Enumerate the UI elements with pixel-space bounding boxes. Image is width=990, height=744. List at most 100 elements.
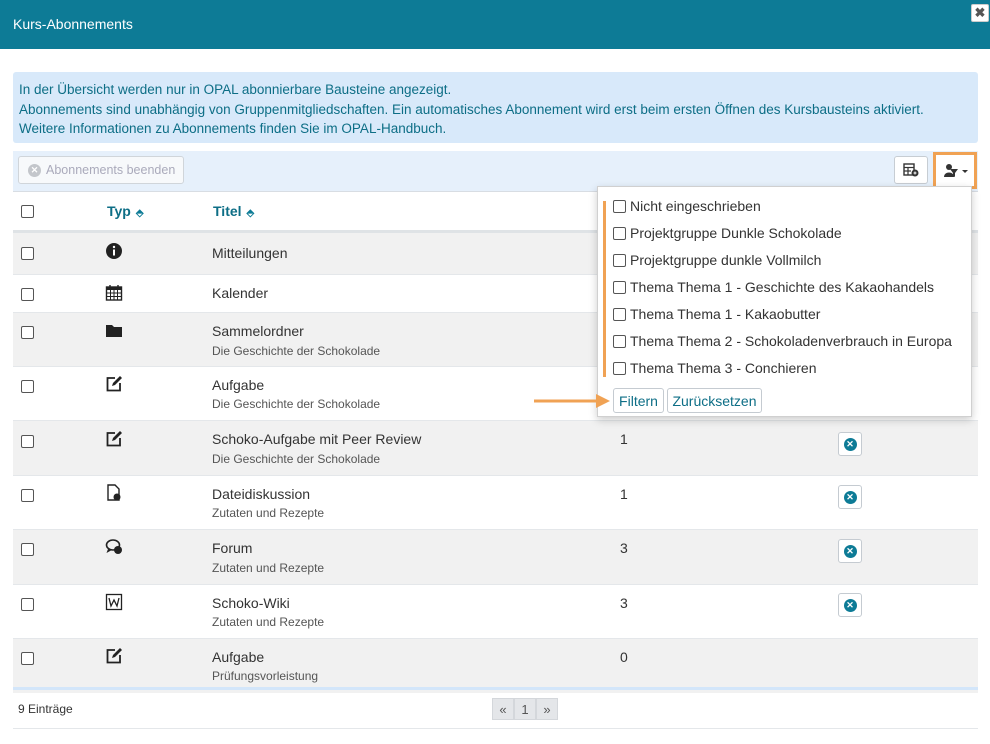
filter-option[interactable]: Thema Thema 3 - Conchieren (613, 360, 817, 376)
column-header-typ-label: Typ (107, 203, 131, 219)
column-header-typ[interactable]: Typ ⬘ (107, 203, 144, 219)
row-checkbox[interactable] (21, 380, 34, 393)
wiki-icon (105, 593, 123, 611)
filter-option-label: Projektgruppe Dunkle Schokolade (630, 225, 842, 241)
filter-option[interactable]: Thema Thema 1 - Geschichte des Kakaohand… (613, 279, 934, 295)
row-checkbox[interactable] (21, 326, 34, 339)
row-count: 3 (620, 595, 628, 611)
calendar-icon (105, 285, 123, 301)
edit-icon (106, 431, 122, 447)
row-checkbox[interactable] (21, 543, 34, 556)
filter-option-label: Thema Thema 2 - Schokoladenverbrauch in … (630, 333, 952, 349)
row-checkbox[interactable] (21, 288, 34, 301)
unsubscribe-button[interactable]: ✕ (838, 432, 862, 456)
row-title: Schoko-Aufgabe mit Peer Review (212, 431, 422, 447)
row-title: Aufgabe (212, 377, 265, 393)
filter-dropdown-menu: Nicht eingeschrieben Projektgruppe Dunkl… (597, 186, 972, 417)
filter-reset-button[interactable]: Zurücksetzen (667, 388, 762, 413)
select-all-checkbox[interactable] (21, 205, 34, 218)
edit-icon (106, 376, 122, 392)
table-export-icon (903, 163, 919, 177)
remove-circle-icon: ✕ (28, 163, 41, 177)
filter-option-checkbox[interactable] (613, 253, 626, 267)
row-checkbox[interactable] (21, 598, 34, 611)
info-line-1: In der Übersicht werden nur in OPAL abon… (19, 82, 452, 97)
row-checkbox[interactable] (21, 489, 34, 502)
filter-option[interactable]: Thema Thema 1 - Kakaobutter (613, 306, 820, 322)
filter-option-checkbox[interactable] (613, 334, 626, 348)
pager-page-1[interactable]: 1 (514, 698, 536, 720)
table-row: Dateidiskussion Zutaten und Rezepte 1 ✕ (13, 476, 978, 530)
row-subtitle: Die Geschichte der Schokolade (212, 397, 381, 411)
filter-option-checkbox[interactable] (613, 307, 626, 321)
info-icon (106, 243, 122, 259)
remove-circle-icon: ✕ (843, 437, 857, 451)
filter-option-checkbox[interactable] (613, 361, 626, 375)
sort-icon: ⬘ (135, 208, 144, 219)
info-line-2: Abonnements sind unabhängig von Gruppenm… (19, 101, 924, 117)
filter-option-checkbox[interactable] (613, 280, 626, 294)
row-subtitle: Prüfungsvorleistung (212, 669, 319, 683)
remove-circle-icon: ✕ (843, 598, 857, 612)
row-subtitle: Die Geschichte der Schokolade (212, 344, 381, 358)
sort-icon: ⬘ (246, 208, 255, 219)
table-row: Schoko-Wiki Zutaten und Rezepte 3 ✕ (13, 585, 978, 639)
filter-option-label: Thema Thema 1 - Kakaobutter (630, 306, 821, 322)
pagination: « 1 » (492, 698, 558, 720)
forum-icon (105, 539, 122, 554)
filter-option-checkbox[interactable] (613, 226, 626, 240)
annotation-arrow-icon (534, 394, 610, 408)
file-discussion-icon (107, 484, 121, 501)
close-button[interactable]: ✖ (971, 4, 989, 22)
entry-count: 9 Einträge (18, 702, 73, 716)
row-subtitle: Zutaten und Rezepte (212, 561, 325, 575)
row-checkbox[interactable] (21, 247, 34, 260)
folder-icon (106, 325, 122, 337)
filter-option[interactable]: Thema Thema 2 - Schokoladenverbrauch in … (613, 333, 952, 349)
row-subtitle: Zutaten und Rezepte (212, 615, 325, 629)
row-checkbox[interactable] (21, 435, 34, 448)
filter-option-label: Nicht eingeschrieben (630, 198, 761, 214)
export-button[interactable] (894, 156, 928, 184)
filter-option-label: Thema Thema 1 - Geschichte des Kakaohand… (630, 279, 935, 295)
end-subscriptions-label: Abonnements beenden (46, 163, 176, 177)
info-box: In der Übersicht werden nur in OPAL abon… (13, 72, 978, 143)
row-title: Mitteilungen (212, 245, 288, 261)
row-count: 3 (620, 540, 628, 556)
filter-option-label: Projektgruppe dunkle Vollmilch (630, 252, 822, 268)
row-checkbox[interactable] (21, 652, 34, 665)
close-icon: ✖ (974, 5, 986, 20)
column-header-titel-label: Titel (213, 203, 242, 219)
row-title: Forum (212, 540, 253, 556)
unsubscribe-button[interactable]: ✕ (838, 539, 862, 563)
unsubscribe-button[interactable]: ✕ (838, 593, 862, 617)
unsubscribe-button[interactable]: ✕ (838, 485, 862, 509)
filter-option[interactable]: Projektgruppe Dunkle Schokolade (613, 225, 842, 241)
table-footer: 9 Einträge « 1 » (13, 690, 978, 729)
filter-option-checkbox[interactable] (613, 199, 626, 213)
row-title: Sammelordner (212, 323, 304, 339)
table-row: Schoko-Aufgabe mit Peer Review Die Gesch… (13, 421, 978, 476)
dialog-header: Kurs-Abonnements (0, 0, 990, 49)
row-title: Aufgabe (212, 649, 265, 665)
row-title: Dateidiskussion (212, 486, 311, 502)
filter-group-icon (944, 163, 968, 177)
remove-circle-icon: ✕ (843, 490, 857, 504)
table-row: Forum Zutaten und Rezepte 3 ✕ (13, 530, 978, 585)
filter-option[interactable]: Nicht eingeschrieben (613, 198, 761, 214)
filter-apply-button[interactable]: Filtern (613, 388, 664, 413)
row-count: 1 (620, 431, 628, 447)
edit-icon (106, 648, 122, 664)
end-subscriptions-button[interactable]: ✕ Abonnements beenden (18, 156, 184, 184)
row-title: Schoko-Wiki (212, 595, 290, 611)
pager-next-button[interactable]: » (536, 698, 558, 720)
row-subtitle: Zutaten und Rezepte (212, 506, 325, 520)
filter-dropdown-button[interactable] (933, 152, 977, 189)
filter-option[interactable]: Projektgruppe dunkle Vollmilch (613, 252, 821, 268)
dialog-title: Kurs-Abonnements (13, 16, 133, 32)
column-header-titel[interactable]: Titel ⬘ (213, 203, 254, 219)
pager-prev-button[interactable]: « (492, 698, 514, 720)
row-count: 0 (620, 649, 628, 665)
filter-option-label: Thema Thema 3 - Conchieren (630, 360, 817, 376)
remove-circle-icon: ✕ (843, 544, 857, 558)
